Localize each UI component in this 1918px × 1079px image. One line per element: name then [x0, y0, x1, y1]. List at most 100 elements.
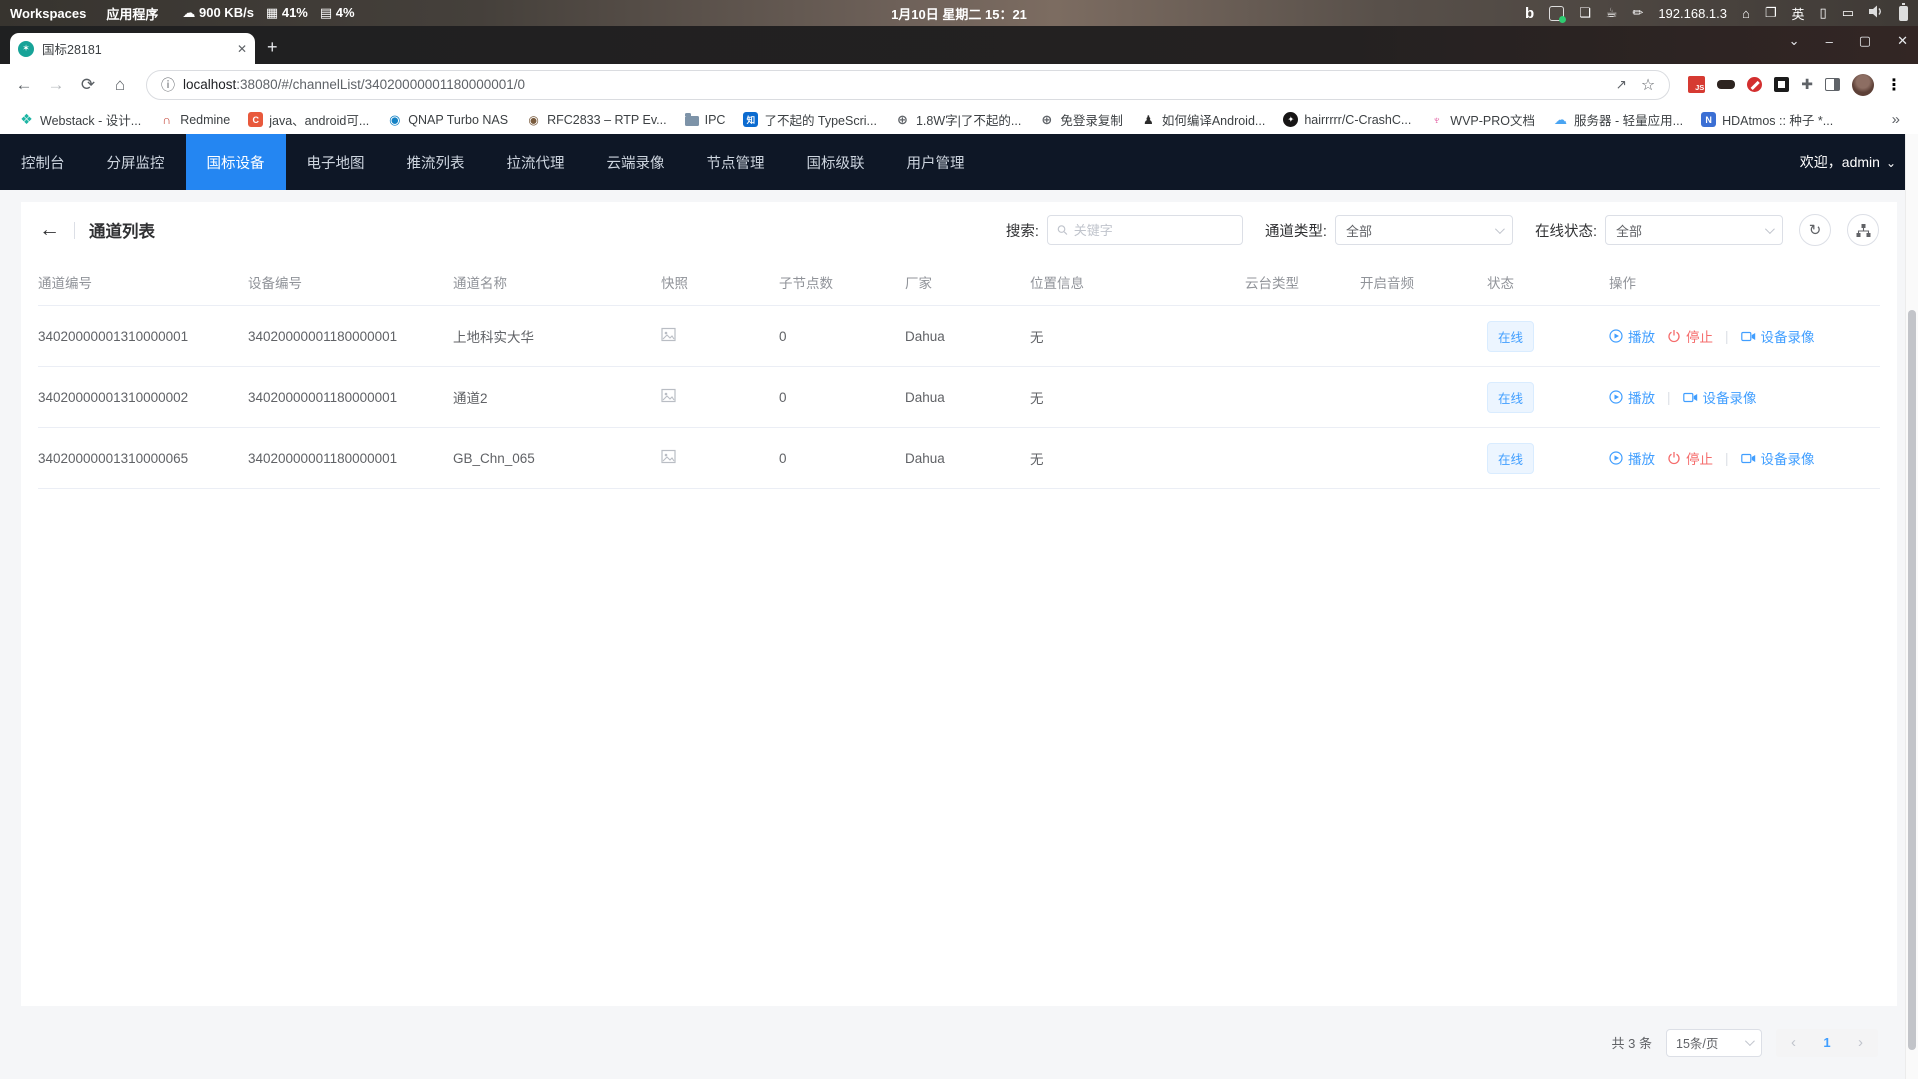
screenshot-app-icon[interactable]: [1549, 6, 1564, 21]
channel-type-select[interactable]: 全部: [1335, 215, 1513, 245]
bookmark-18w[interactable]: 1.8W字|了不起的...: [888, 107, 1028, 132]
bookmark-wvp-doc[interactable]: WVP-PRO文档: [1422, 107, 1542, 132]
github-icon: [1283, 112, 1298, 127]
maximize-button[interactable]: ▢: [1859, 33, 1871, 49]
address-bar[interactable]: localhost:38080/#/channelList/3402000000…: [146, 70, 1670, 100]
nav-item-gb-devices[interactable]: 国标设备: [186, 134, 286, 190]
stop-link[interactable]: 停止: [1667, 326, 1713, 346]
back-arrow-button[interactable]: ←: [39, 218, 60, 242]
bookmark-java-android[interactable]: Cjava、android可...: [241, 107, 376, 132]
search-input[interactable]: [1074, 223, 1233, 238]
forward-button[interactable]: →: [42, 75, 70, 95]
search-input-wrap: [1047, 215, 1243, 245]
color-picker-icon[interactable]: [1632, 5, 1643, 21]
side-panel-icon[interactable]: [1825, 78, 1840, 91]
channel-list-card: ← 通道列表 搜索: 通道类型: 全部 在线状态: 全部: [21, 202, 1897, 1006]
tab-search-icon[interactable]: ⌄: [1789, 33, 1800, 49]
bookmark-copy-free[interactable]: 免登录复制: [1032, 107, 1130, 132]
nav-item-push-list[interactable]: 推流列表: [386, 134, 486, 190]
profile-avatar[interactable]: [1852, 74, 1874, 96]
extensions-puzzle-icon[interactable]: [1801, 76, 1813, 93]
nav-item-console[interactable]: 控制台: [0, 134, 86, 190]
display-icon[interactable]: [1842, 5, 1854, 21]
nav-item-node-mgmt[interactable]: 节点管理: [686, 134, 786, 190]
caffeine-icon[interactable]: [1606, 5, 1618, 21]
prev-page-button[interactable]: ‹: [1776, 1034, 1811, 1051]
desktop: Workspaces 应用程序 900 KB/s 41% 4% 1月10日 星期…: [0, 0, 1918, 1079]
bookmark-redmine[interactable]: Redmine: [152, 109, 237, 130]
battery-icon[interactable]: [1899, 6, 1908, 21]
share-icon[interactable]: [1616, 77, 1627, 93]
wvp-icon: [1429, 112, 1444, 127]
bookmark-android-build[interactable]: 如何编译Android...: [1134, 107, 1273, 132]
volume-icon[interactable]: [1869, 5, 1884, 21]
clipboard-icon[interactable]: [1579, 5, 1591, 21]
window-switcher-icon[interactable]: [1765, 5, 1777, 21]
refresh-button[interactable]: [1799, 214, 1831, 246]
snapshot-icon[interactable]: [661, 449, 676, 467]
bookmark-folder-ipc[interactable]: IPC: [678, 110, 733, 130]
bookmark-rfc2833[interactable]: RFC2833 – RTP Ev...: [519, 109, 674, 130]
url-text: localhost:38080/#/channelList/3402000000…: [183, 77, 525, 92]
glasses-extension-icon[interactable]: [1717, 80, 1735, 89]
user-menu[interactable]: 欢迎，admin: [1800, 134, 1896, 190]
page-size-select[interactable]: 15条/页: [1666, 1029, 1762, 1057]
snapshot-icon[interactable]: [661, 327, 676, 345]
online-status-select[interactable]: 全部: [1605, 215, 1783, 245]
nav-item-cloud-record[interactable]: 云端录像: [586, 134, 686, 190]
home-tray-icon[interactable]: [1742, 6, 1750, 21]
bookmarks-overflow-icon[interactable]: »: [1892, 111, 1906, 128]
nav-item-gb-cascade[interactable]: 国标级联: [786, 134, 886, 190]
nav-item-user-mgmt[interactable]: 用户管理: [886, 134, 986, 190]
bookmark-server[interactable]: 服务器 - 轻量应用...: [1546, 107, 1690, 132]
browser-tab[interactable]: ✶ 国标28181 ✕: [10, 33, 255, 64]
back-button[interactable]: ←: [10, 75, 38, 95]
page-title: 通道列表: [89, 218, 155, 242]
play-link[interactable]: 播放: [1609, 448, 1655, 468]
device-record-link[interactable]: 设备录像: [1741, 326, 1815, 346]
nav-item-split-screen[interactable]: 分屏监控: [86, 134, 186, 190]
snapshot-icon[interactable]: [661, 388, 676, 406]
js-extension-icon[interactable]: JS: [1688, 76, 1705, 93]
play-link[interactable]: 播放: [1609, 326, 1655, 346]
device-record-link[interactable]: 设备录像: [1683, 387, 1757, 407]
status-badge: 在线: [1487, 382, 1534, 413]
new-tab-button[interactable]: +: [267, 37, 278, 58]
workspaces-button[interactable]: Workspaces: [10, 6, 86, 21]
browser-home-button[interactable]: ⌂: [106, 75, 134, 95]
chevron-down-icon: [1765, 224, 1775, 234]
adblock-extension-icon[interactable]: [1747, 77, 1762, 92]
input-method-indicator[interactable]: 英: [1792, 4, 1805, 23]
bookmark-qnap[interactable]: QNAP Turbo NAS: [380, 109, 515, 130]
tab-close-icon[interactable]: ✕: [237, 42, 247, 56]
app-nav-bar: 控制台 分屏监控 国标设备 电子地图 推流列表 拉流代理 云端录像 节点管理 国…: [0, 134, 1918, 190]
bookmark-star-icon[interactable]: [1641, 75, 1655, 95]
current-page[interactable]: 1: [1811, 1035, 1843, 1050]
window-close-button[interactable]: ✕: [1897, 33, 1908, 49]
minimize-button[interactable]: –: [1826, 34, 1833, 49]
c-language-icon: C: [248, 112, 263, 127]
play-link[interactable]: 播放: [1609, 387, 1655, 407]
bookmark-github-crash[interactable]: hairrrrr/C-CrashC...: [1276, 109, 1418, 130]
browser-menu-icon[interactable]: [1886, 75, 1902, 95]
nav-item-map[interactable]: 电子地图: [286, 134, 386, 190]
clock[interactable]: 1月10日 星期二 15：21: [891, 4, 1027, 23]
device-record-link[interactable]: 设备录像: [1741, 448, 1815, 468]
folder-icon: [685, 116, 699, 126]
stop-link[interactable]: 停止: [1667, 448, 1713, 468]
bing-tray-icon[interactable]: [1525, 5, 1534, 22]
phone-link-icon[interactable]: [1820, 5, 1827, 21]
nav-item-pull-proxy[interactable]: 拉流代理: [486, 134, 586, 190]
next-page-button[interactable]: ›: [1843, 1034, 1878, 1051]
reload-button[interactable]: ⟳: [74, 75, 102, 95]
device-tree-button[interactable]: [1847, 214, 1879, 246]
scrollbar-thumb[interactable]: [1908, 310, 1916, 1050]
site-info-icon[interactable]: [161, 75, 175, 95]
bookmark-typescript[interactable]: 知了不起的 TypeScri...: [736, 107, 884, 132]
scrollbar-track[interactable]: [1905, 134, 1918, 1079]
bookmark-hdatmos[interactable]: NHDAtmos :: 种子 *...: [1694, 107, 1840, 132]
ip-address-indicator[interactable]: 192.168.1.3: [1658, 6, 1727, 21]
screen-extension-icon[interactable]: [1774, 77, 1789, 92]
applications-menu[interactable]: 应用程序: [106, 4, 158, 23]
bookmark-webstack[interactable]: Webstack - 设计...: [12, 107, 148, 132]
